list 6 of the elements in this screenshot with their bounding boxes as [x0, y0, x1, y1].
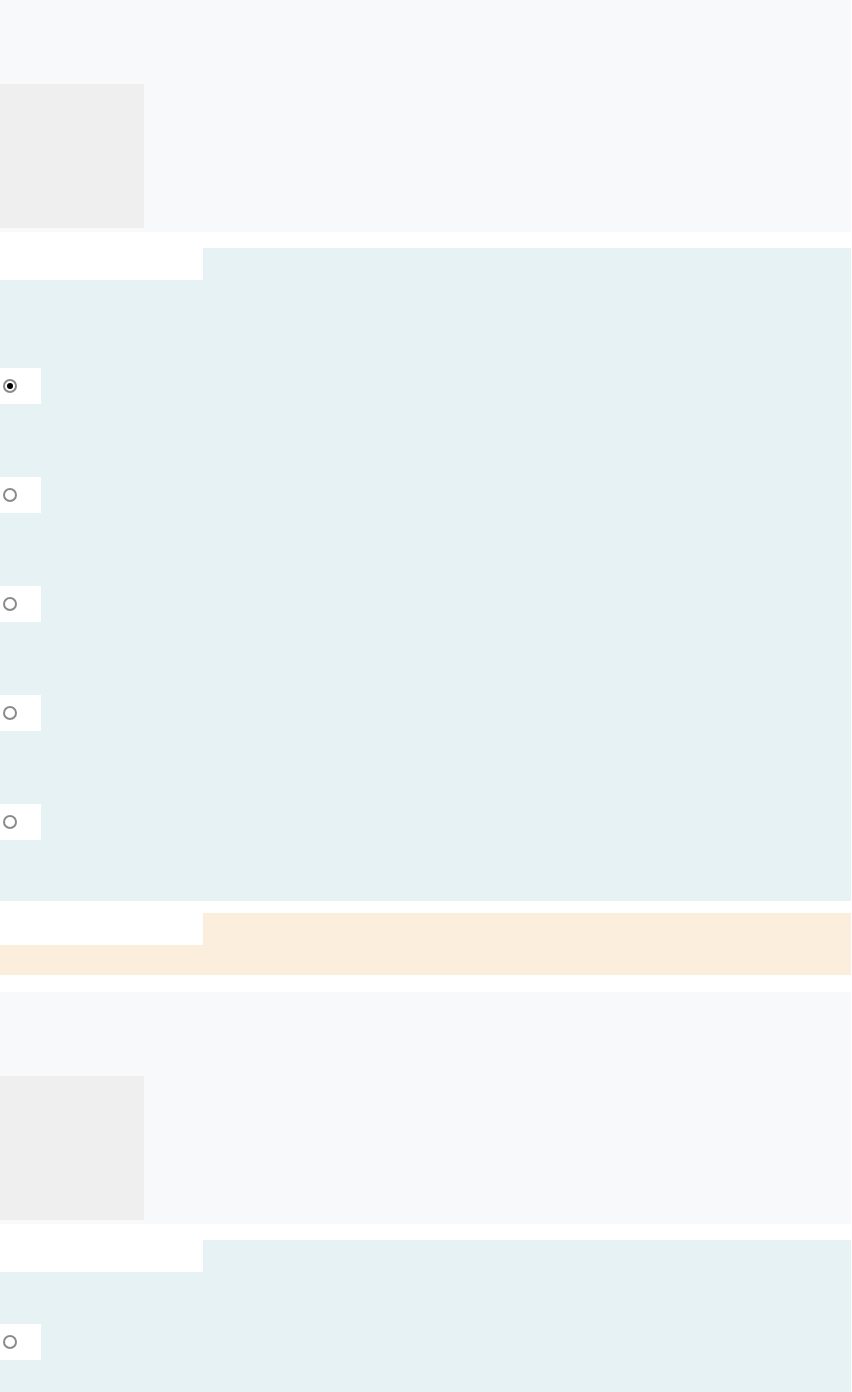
radio-button[interactable]	[3, 1335, 17, 1349]
radio-button[interactable]	[3, 379, 17, 393]
radio-button[interactable]	[3, 706, 17, 720]
radio-button[interactable]	[3, 815, 17, 829]
radio-button[interactable]	[3, 488, 17, 502]
radio-button[interactable]	[3, 597, 17, 611]
